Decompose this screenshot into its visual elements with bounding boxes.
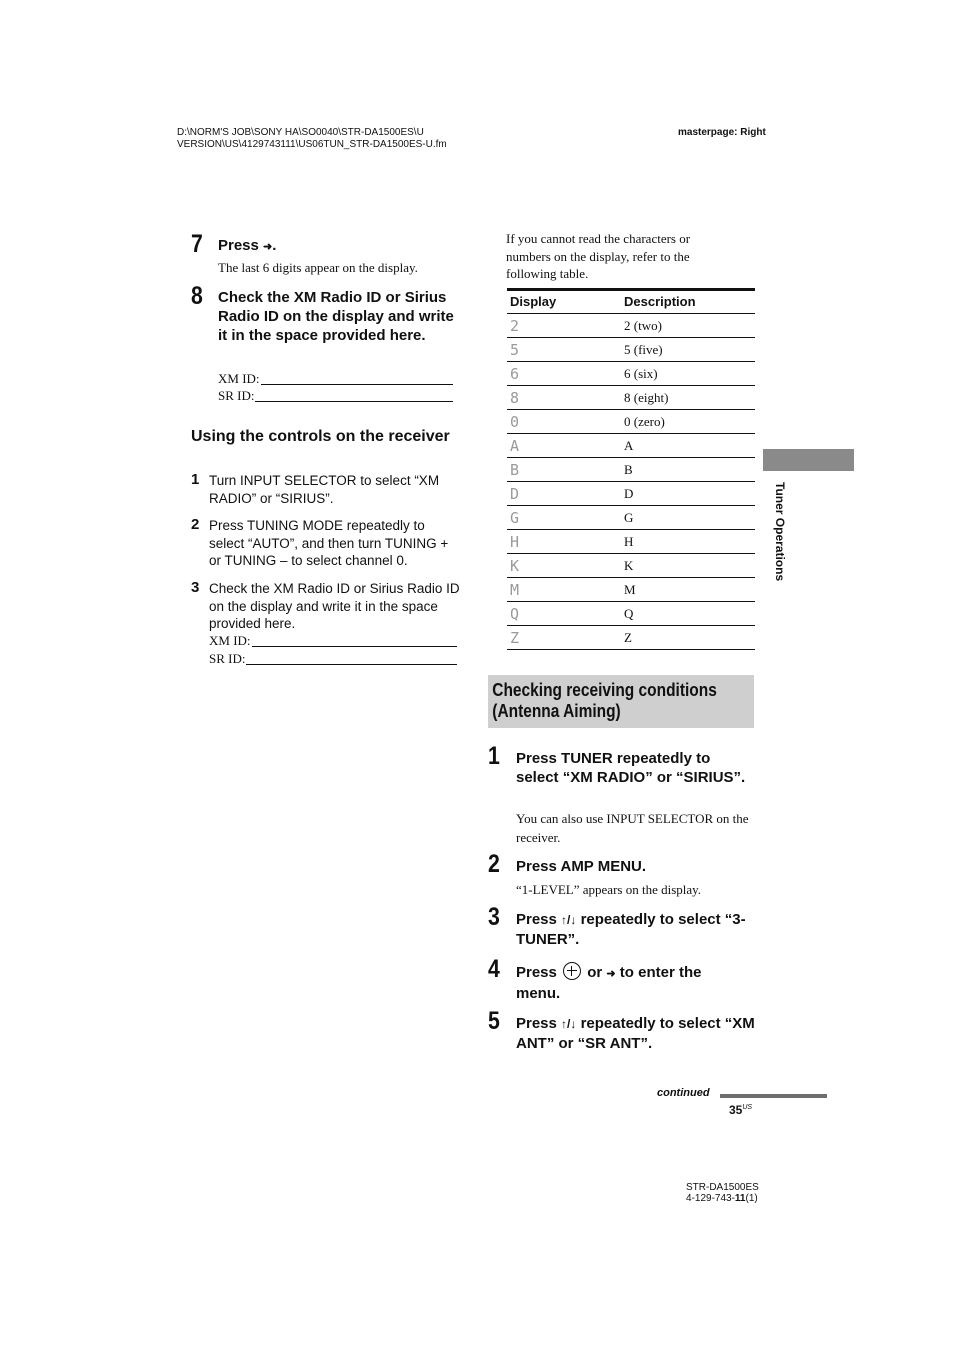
step-body: The last 6 digits appear on the display. (218, 260, 418, 275)
display-description: H (621, 529, 755, 554)
column-header-display: Display (507, 288, 621, 314)
step-text: Press TUNING MODE repeatedly to select “… (209, 518, 449, 568)
display-description: B (621, 457, 755, 482)
step-number: 2 (488, 850, 500, 878)
display-description: Z (621, 625, 755, 650)
step-number: 4 (488, 955, 500, 983)
enter-circle-icon (563, 962, 582, 980)
masterpage-label: masterpage: Right (678, 127, 766, 138)
table-row: BB (507, 457, 755, 482)
section-banner: Checking receiving conditions (Antenna A… (488, 675, 754, 728)
step-number: 5 (488, 1007, 500, 1035)
right-arrow-icon: ➜ (606, 968, 616, 980)
section-heading-controls: Using the controls on the receiver (191, 428, 450, 445)
table-row: 22 (two) (507, 313, 755, 338)
display-description: 8 (eight) (621, 385, 755, 410)
step-text: Turn INPUT SELECTOR to select “XM RADIO”… (209, 473, 440, 506)
chapter-tab-marker (763, 449, 854, 471)
table-intro: If you cannot read the characters or num… (506, 231, 691, 281)
up-down-arrows-icon: ↑/↓ (561, 913, 577, 927)
table-row: HH (507, 529, 755, 554)
display-description: D (621, 481, 755, 506)
xm-id-field[interactable]: XM ID: (209, 632, 457, 650)
display-glyph: Q (507, 601, 621, 626)
table-row: AA (507, 433, 755, 458)
step-title: Press ➜. (218, 237, 277, 254)
table-row: 66 (six) (507, 361, 755, 386)
display-glyph: H (507, 529, 621, 554)
display-glyph: 8 (507, 385, 621, 410)
display-glyph: 2 (507, 313, 621, 338)
display-description: G (621, 505, 755, 530)
display-description: A (621, 433, 755, 458)
display-table: Display Description 22 (two) 5 5 (five) 6 6 … (507, 288, 755, 650)
step-text: Check the XM Radio ID or Sirius Radio ID… (209, 581, 460, 631)
column-header-description: Description (621, 288, 755, 314)
step-number: 8 (191, 282, 203, 310)
table-row: DD (507, 481, 755, 506)
continued-label: continued (657, 1087, 710, 1099)
step-title: Press ↑/↓ repeatedly to select “XM ANT” … (516, 1015, 755, 1052)
step-number: 2 (191, 516, 200, 533)
table-row: 88 (eight) (507, 385, 755, 410)
display-description: 0 (zero) (621, 409, 755, 434)
section-title: Checking receiving conditions (Antenna A… (492, 680, 717, 721)
step-title: Press or ➜ to enter the menu. (516, 962, 702, 1002)
table-row: MM (507, 577, 755, 602)
table-row: QQ (507, 601, 755, 626)
step-number: 1 (191, 471, 200, 488)
display-description: 5 (five) (621, 337, 755, 362)
step-title: Press ↑/↓ repeatedly to select “3-TUNER”… (516, 911, 746, 948)
step-number: 3 (488, 903, 500, 931)
step-title: Press AMP MENU. (516, 858, 647, 875)
step-body: “1-LEVEL” appears on the display. (516, 882, 702, 897)
display-glyph: B (507, 457, 621, 482)
display-glyph: 6 (507, 361, 621, 386)
display-glyph: K (507, 553, 621, 578)
step-number: 7 (191, 230, 203, 258)
table-row: GG (507, 505, 755, 530)
display-description: K (621, 553, 755, 578)
file-path: D:\NORM'S JOB\SONY HA\SO0040\STR-DA1500E… (177, 127, 447, 150)
sr-id-field[interactable]: SR ID: (209, 650, 457, 668)
display-glyph: A (507, 433, 621, 458)
sr-id-field[interactable]: SR ID: (218, 387, 453, 405)
xm-id-field[interactable]: XM ID: (218, 370, 453, 388)
display-description: 2 (two) (621, 313, 755, 338)
display-glyph: M (507, 577, 621, 602)
table-header-row: Display Description (507, 288, 755, 314)
model-info: STR-DA1500ES 4-129-743-11(1) (686, 1182, 759, 1204)
display-description: Q (621, 601, 755, 626)
step-number: 1 (488, 742, 500, 770)
model-number: STR-DA1500ES (686, 1182, 759, 1193)
step-body: You can also use INPUT SELECTOR on the r… (516, 811, 749, 845)
right-arrow-icon: ➜ (263, 241, 273, 253)
step-title: Press TUNER repeatedly to select “XM RAD… (516, 750, 746, 786)
display-table-container: Display Description 22 (two) 5 5 (five) 6 6 … (507, 288, 755, 650)
table-row: KK (507, 553, 755, 578)
chapter-tab-label: Tuner Operations (773, 482, 787, 582)
display-glyph: Z (507, 625, 621, 650)
display-glyph: D (507, 481, 621, 506)
display-glyph: G (507, 505, 621, 530)
table-row: 55 (five) (507, 337, 755, 362)
display-glyph: 5 (507, 337, 621, 362)
table-body: 22 (two) 5 5 (five) 6 6 (six) 8 8 (eight) 0 0 (z… (507, 313, 755, 650)
display-glyph: 0 (507, 409, 621, 434)
display-description: 6 (six) (621, 361, 755, 386)
step-title: Check the XM Radio ID or Sirius Radio ID… (218, 289, 454, 344)
display-description: M (621, 577, 755, 602)
page-number: 35US (729, 1103, 753, 1117)
continued-bar (720, 1094, 827, 1098)
table-row: ZZ (507, 625, 755, 650)
step-number: 3 (191, 579, 200, 596)
up-down-arrows-icon: ↑/↓ (561, 1017, 577, 1031)
part-number: 4-129-743-11(1) (686, 1193, 758, 1204)
table-row: 00 (zero) (507, 409, 755, 434)
